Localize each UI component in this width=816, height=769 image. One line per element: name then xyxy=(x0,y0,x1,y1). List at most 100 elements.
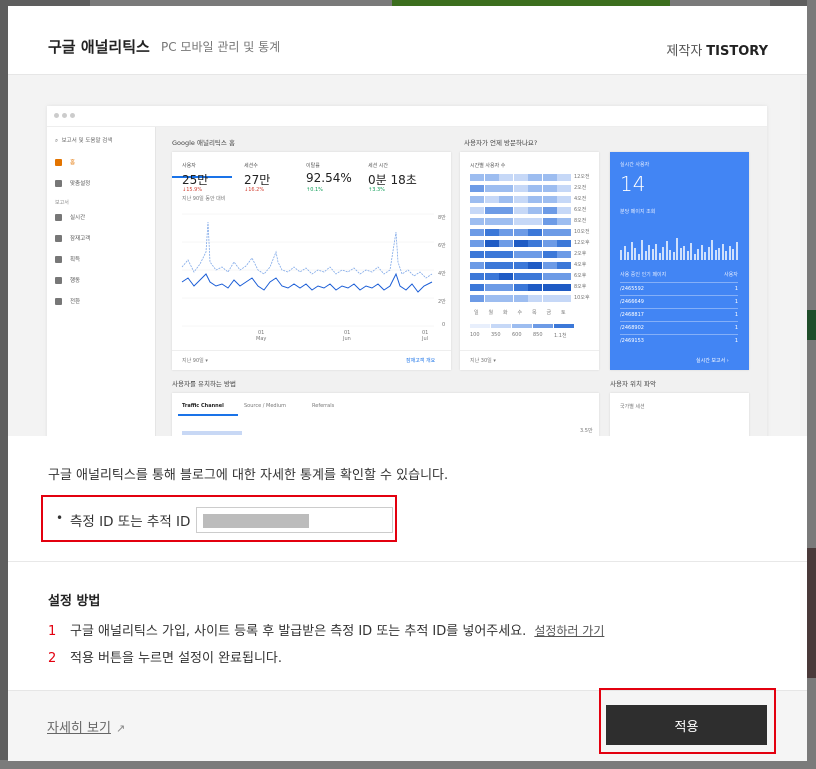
heatmap-cell xyxy=(499,196,513,203)
setup-title: 설정 방법 xyxy=(48,594,101,609)
window-dot-icon xyxy=(54,113,59,118)
pageview-bar xyxy=(679,248,682,260)
metric-value: 0분 18초 xyxy=(368,173,417,187)
heatmap-cell xyxy=(470,229,484,236)
heatmap-scale-swatch xyxy=(470,324,490,328)
heatmap-day-label: 일 xyxy=(474,310,479,316)
country-session-label: 국가별 세션 xyxy=(620,404,645,410)
pageview-bar xyxy=(704,252,706,260)
heatmap-scale-swatch xyxy=(512,324,532,328)
metric-delta: ↑3.3% xyxy=(368,187,385,193)
realtime-report-link: 실시간 보고서 › xyxy=(696,358,729,364)
more-link[interactable]: 자세히 보기 ↗ xyxy=(47,717,125,736)
heatmap-cell xyxy=(513,207,528,214)
heatmap-hour-label: 12오전 xyxy=(574,174,590,180)
heatmap-cell xyxy=(470,284,484,291)
acquire-tab: Referrals xyxy=(312,403,335,409)
setup-link[interactable]: 설정하러 가기 xyxy=(534,624,604,638)
ga-heatmap-card: 시간별 사용자 수 지난 30일 ▾ 12오전 2오전 4오전 6오전 8오전 10오전 1… xyxy=(460,152,599,370)
realtime-page-path: /2468817 xyxy=(620,312,644,318)
browser-bar xyxy=(47,106,767,127)
realtime-page-path: /2466649 xyxy=(620,299,644,305)
heatmap-cell xyxy=(513,251,528,258)
heatmap-hour-label: 6오전 xyxy=(574,207,587,213)
step-text: 적용 버튼을 누르면 설정이 완료됩니다. xyxy=(70,651,283,666)
pageview-bar xyxy=(651,249,654,260)
pageview-bar xyxy=(630,242,633,260)
metric-label: 세션 시간 xyxy=(368,163,388,169)
realtime-report-label: 실시간 보고서 xyxy=(696,358,726,364)
heatmap-cell xyxy=(542,295,557,302)
pageview-bar xyxy=(655,244,657,260)
heatmap-scale-label: 850 xyxy=(533,332,543,338)
heatmap-cell xyxy=(557,185,571,192)
preview-screenshot: ⌕ 보고서 및 도움말 검색 홈 맞춤설정 보고서 실시간 잠재고객 획득 행동… xyxy=(8,75,807,436)
pageview-bar xyxy=(718,248,720,260)
heatmap-cell xyxy=(499,295,513,302)
acquisition-icon xyxy=(55,256,62,263)
ga-location-card: 국가별 세션 xyxy=(610,393,749,436)
pageview-bar xyxy=(697,249,699,260)
heatmap-cell xyxy=(499,185,513,192)
compare-note: 지난 90일 동안 대비 xyxy=(182,196,226,202)
section-divider xyxy=(8,561,807,562)
active-tab-indicator xyxy=(178,414,238,416)
heatmap-cell xyxy=(528,174,542,181)
heatmap-hour-label: 12오후 xyxy=(574,240,590,246)
pageview-bar xyxy=(683,246,685,260)
heatmap-hour-label: 10오전 xyxy=(574,229,590,235)
pageview-bar xyxy=(721,244,724,260)
ga-home-title: Google 애널리틱스 홈 xyxy=(172,139,235,147)
overview-link: 잠재고객 개요 xyxy=(406,358,436,364)
heatmap-scale-swatch xyxy=(491,324,511,328)
heatmap-cell xyxy=(470,174,484,181)
person-icon xyxy=(55,235,62,242)
heatmap-cell xyxy=(542,273,557,280)
ga-sidebar-item-audience: 잠재고객 xyxy=(55,234,90,242)
pageview-bar xyxy=(686,251,689,260)
ga-location-title: 사용자 위치 파악 xyxy=(610,380,656,388)
heatmap-cell xyxy=(513,295,528,302)
pageview-bar xyxy=(714,250,717,260)
heatmap-cell xyxy=(528,251,542,258)
heatmap-cell xyxy=(542,284,557,291)
maker-info: 제작자 TISTORY xyxy=(666,40,768,59)
heatmap-cell xyxy=(513,218,528,225)
realtime-col-header: 사용 중인 인기 페이지 xyxy=(620,272,667,278)
heatmap-day-label: 목 xyxy=(532,310,537,316)
ga-sidebar-item-conversion: 전환 xyxy=(55,297,80,305)
y-tick-label: 2만 xyxy=(438,299,446,305)
ga-acquire-card: Traffic Channel Source / Medium Referral… xyxy=(172,393,599,436)
pageview-bar xyxy=(725,251,727,260)
setup-step: 2 적용 버튼을 누르면 설정이 완료됩니다. xyxy=(48,647,282,666)
heatmap-cell xyxy=(542,174,557,181)
realtime-page-path: /2469153 xyxy=(620,338,644,344)
heatmap-cell xyxy=(499,273,513,280)
ga-sidebar-item-realtime: 실시간 xyxy=(55,213,85,221)
realtime-page-path: /2468902 xyxy=(620,325,644,331)
heatmap-cell xyxy=(528,218,542,225)
ga-sidebar: ⌕ 보고서 및 도움말 검색 홈 맞춤설정 보고서 실시간 잠재고객 획득 행동… xyxy=(47,127,156,436)
pageview-bar xyxy=(711,240,713,260)
heatmap-cell xyxy=(528,262,542,269)
modal-header: 구글 애널리틱스 PC 모바일 관리 및 통계 제작자 TISTORY xyxy=(8,6,807,75)
heatmap-hour-label: 6오후 xyxy=(574,273,587,279)
modal-title: 구글 애널리틱스 xyxy=(48,38,150,56)
heatmap-scale-label: 600 xyxy=(512,332,522,338)
heatmap-cell xyxy=(499,240,513,247)
heatmap-day-label: 토 xyxy=(561,310,566,316)
background-bottom-edge xyxy=(0,760,816,769)
ga-acquire-title: 사용자를 유치하는 방법 xyxy=(172,380,236,388)
heatmap-cell xyxy=(484,174,499,181)
heatmap-cell xyxy=(557,273,571,280)
heatmap-scale-swatch xyxy=(554,324,574,328)
step-text: 구글 애널리틱스 가입, 사이트 등록 후 발급받은 측정 ID 또는 추적 I… xyxy=(70,624,527,639)
sidebar-item-label: 실시간 xyxy=(70,215,86,221)
pageview-bar xyxy=(672,252,675,260)
heatmap-cell xyxy=(484,240,499,247)
heatmap-cell xyxy=(557,251,571,258)
step-number: 1 xyxy=(48,624,57,639)
heatmap-cell xyxy=(484,185,499,192)
heatmap-cell xyxy=(528,284,542,291)
heatmap-cell xyxy=(499,207,513,214)
